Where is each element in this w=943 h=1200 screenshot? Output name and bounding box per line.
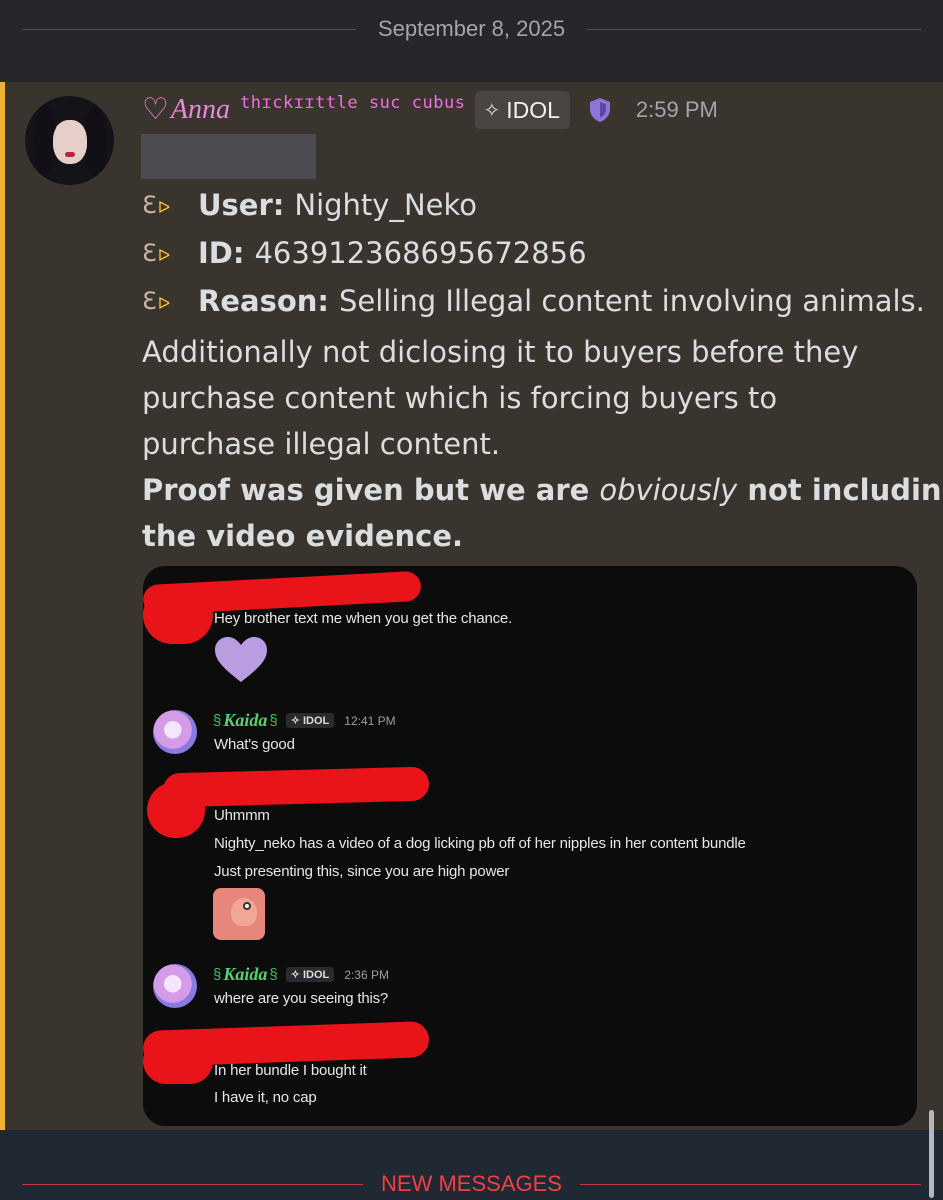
shield-icon[interactable] (588, 97, 612, 123)
kaida-tag: ✧ IDOL (285, 713, 335, 728)
kaida-avatar[interactable] (153, 964, 197, 1008)
author-name[interactable]: Anna (171, 94, 230, 126)
sparkle-icon: ✧ (483, 98, 501, 122)
field-user: Ɛᐅ User: Nighty_Neko (142, 185, 477, 225)
snake-icon: § (269, 712, 278, 729)
kaida-name: Kaida (223, 964, 268, 984)
kaida-name: Kaida (223, 710, 268, 730)
bullet-icon: Ɛᐅ (142, 191, 170, 219)
new-messages-label: NEW MESSAGES (381, 1171, 562, 1196)
snake-icon: § (213, 712, 222, 729)
purple-heart-icon (215, 637, 267, 682)
field-label: User: (198, 188, 285, 222)
reason-continued: Additionally not diclosing it to buyers … (142, 329, 932, 467)
date-divider: September 8, 2025 (22, 14, 922, 44)
attachment-text: In her bundle I bought it (214, 1062, 367, 1079)
kaida-avatar[interactable] (153, 710, 197, 754)
scrollbar[interactable] (929, 1110, 934, 1198)
proof-text-line2: the video evidence. (142, 519, 464, 553)
attachment-text: Uhmmm (214, 807, 270, 824)
kaida-header: § Kaida § ✧ IDOL 2:36 PM (213, 964, 389, 985)
attachment-text: I have it, no cap (214, 1089, 317, 1106)
message-header: ♡ Anna thɪckɪɪttle suc cubus ✧ IDOL 2:59… (142, 90, 718, 130)
field-id: Ɛᐅ ID: 463912368695672856 (142, 233, 587, 273)
reason-line: Additionally not diclosing it to buyers … (142, 335, 859, 369)
timestamp[interactable]: 2:59 PM (636, 97, 718, 123)
kaida-header: § Kaida § ✧ IDOL 12:41 PM (213, 710, 396, 731)
field-label: ID: (198, 236, 245, 270)
redacted-line (141, 134, 316, 179)
server-tag-label: IDOL (506, 96, 560, 123)
date-divider-text: September 8, 2025 (377, 16, 566, 41)
attachment-text: What's good (214, 736, 295, 753)
divider-line-right (587, 28, 922, 30)
redaction-scribble (143, 586, 213, 644)
message[interactable]: ♡ Anna thɪckɪɪttle suc cubus ✧ IDOL 2:59… (0, 82, 943, 1130)
divider-line-left (22, 1183, 364, 1185)
snake-icon: § (213, 966, 222, 983)
field-value: Nighty_Neko (294, 188, 477, 222)
snake-icon: § (269, 966, 278, 983)
attachment-text: Hey brother text me when you get the cha… (214, 610, 513, 627)
kaida-time: 2:36 PM (344, 967, 389, 982)
proof-text-b: not including (737, 473, 943, 507)
patrick-emoji-icon (213, 888, 265, 940)
server-tag[interactable]: ✧ IDOL (475, 91, 570, 129)
mention-highlight-bar (0, 82, 5, 1130)
screenshot-attachment[interactable]: Hey brother text me when you get the cha… (143, 566, 917, 1126)
field-label: Reason: (198, 284, 329, 318)
proof-text-emphasis: obviously (599, 473, 738, 507)
field-value: Selling Illegal content involving animal… (339, 284, 925, 318)
avatar[interactable] (25, 96, 114, 185)
redaction-scribble (143, 1038, 213, 1084)
heart-icon: ♡ (142, 92, 169, 127)
proof-statement: Proof was given but we are obviously not… (142, 467, 943, 559)
divider-line-right (579, 1183, 922, 1185)
reason-line: purchase illegal content. (142, 427, 501, 461)
attachment-text: where are you seeing this? (214, 990, 389, 1007)
attachment-text: Nighty_neko has a video of a dog licking… (214, 835, 746, 852)
kaida-time: 12:41 PM (344, 713, 396, 728)
bullet-icon: Ɛᐅ (142, 239, 170, 267)
bullet-icon: Ɛᐅ (142, 287, 170, 315)
redaction-scribble (147, 782, 205, 838)
field-value: 463912368695672856 (254, 236, 587, 270)
field-reason: Ɛᐅ Reason: Selling Illegal content invol… (142, 281, 925, 321)
new-messages-divider[interactable]: NEW MESSAGES (22, 1170, 922, 1198)
author-nickname-suffix: thɪckɪɪttle suc cubus (240, 93, 466, 113)
proof-text-a: Proof was given but we are (142, 473, 600, 507)
divider-line-left (22, 28, 356, 30)
reason-line: purchase content which is forcing buyers… (142, 381, 778, 415)
attachment-text: Just presenting this, since you are high… (214, 863, 510, 880)
kaida-tag: ✧ IDOL (285, 967, 335, 982)
